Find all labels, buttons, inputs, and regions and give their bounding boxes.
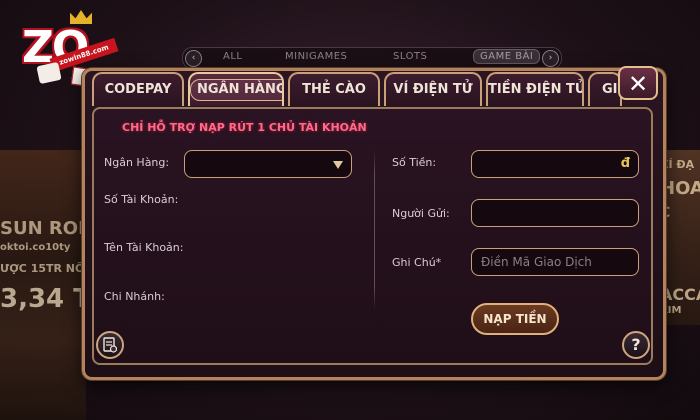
tab-codepay[interactable]: CODEPAY [92,72,184,106]
background-right-text-3: C [660,205,700,221]
background-left-text-3: ƯỢC 15TR NỔ [0,262,85,275]
background-right-text-5: KIM [660,305,682,316]
notice-text: CHỈ HỖ TRỢ NẠP RÚT 1 CHỦ TÀI KHOẢN [122,121,367,134]
tab-vi-dien-tu[interactable]: VÍ ĐIỆN TỬ [384,72,482,106]
category-minigames[interactable]: MINIGAMES [285,51,347,62]
background-left-text-1: SUN RONG [0,218,90,239]
close-icon: ✕ [627,70,649,98]
note-label: Ghi Chú* [392,256,442,269]
tab-the-cao[interactable]: THẺ CÀO [288,72,380,106]
tab-tien-dien-tu[interactable]: TIỀN ĐIỆN TỬ [486,72,584,106]
tab-gi[interactable]: GI [588,72,622,106]
tab-ngan-hang[interactable]: NGÂN HÀNG [188,72,284,106]
account-name-label: Tên Tài Khoản: [104,241,184,254]
tab-label: CODEPAY [104,82,172,97]
category-slots[interactable]: SLOTS [393,51,427,62]
close-button[interactable]: ✕ [618,66,658,100]
content-panel [92,107,653,365]
background-right-text-2: HOAN [660,178,700,199]
tab-label: GI [602,82,618,97]
category-bar: ‹ ALL MINIGAMES SLOTS GAME BÀI › [182,47,562,69]
deposit-submit-button[interactable]: NẠP TIỀN [471,303,559,335]
currency-suffix: đ [620,156,630,171]
history-button[interactable] [96,331,124,359]
category-prev-button[interactable]: ‹ [185,50,202,67]
tab-label: THẺ CÀO [302,82,366,97]
sender-input[interactable] [471,199,639,227]
sender-label: Người Gửi: [392,207,450,220]
note-placeholder: Điền Mã Giao Dịch [481,255,592,269]
category-game-bai[interactable]: GAME BÀI [473,49,541,64]
column-divider [374,150,375,310]
note-input[interactable]: Điền Mã Giao Dịch [471,248,639,276]
account-number-label: Số Tài Khoản: [104,193,179,206]
category-all[interactable]: ALL [223,51,242,62]
history-icon [103,337,118,353]
dice-icon [36,61,62,85]
branch-label: Chi Nhánh: [104,290,165,303]
amount-input[interactable]: đ [471,150,639,178]
chevron-down-icon [333,161,343,169]
tab-label: NGÂN HÀNG [190,79,282,101]
help-icon: ? [631,335,641,354]
amount-label: Số Tiền: [392,156,437,169]
background-left-text-2: oktoi.co10ty [0,242,71,253]
category-next-button[interactable]: › [542,50,559,67]
background-left-text-4: 3,34 TỶ [0,284,90,314]
help-button[interactable]: ? [622,331,650,359]
background-right-text-4: ACCA [660,285,700,304]
bank-label: Ngân Hàng: [104,156,170,169]
bank-select[interactable] [184,150,352,178]
background-right-text-1: XỈ ĐẠ [660,158,695,171]
tab-label: VÍ ĐIỆN TỬ [393,82,473,97]
tab-label: TIỀN ĐIỆN TỬ [488,82,584,97]
